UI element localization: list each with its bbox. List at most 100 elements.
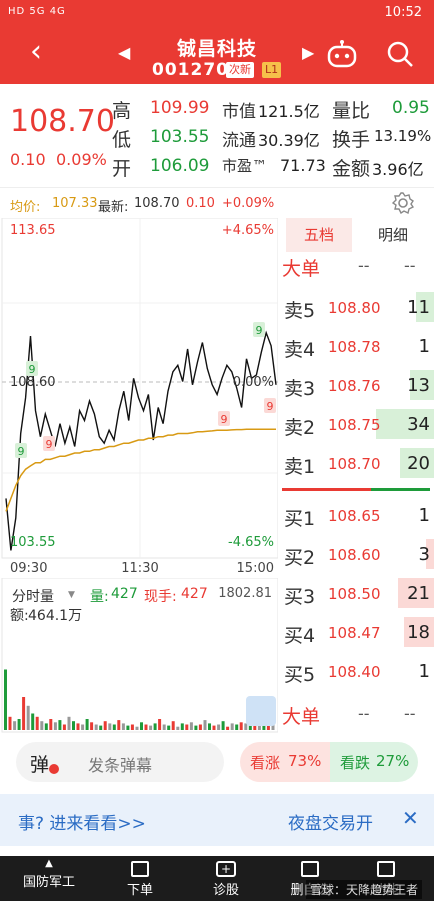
signal-marker[interactable]: 9 bbox=[26, 361, 38, 376]
bid-row[interactable]: 买5 108.40 1 bbox=[280, 652, 434, 690]
bid-label: 买1 bbox=[284, 508, 316, 530]
next-stock-icon[interactable]: ▶ bbox=[302, 43, 314, 62]
bull-label: 看涨 bbox=[250, 754, 281, 772]
volume-bar bbox=[198, 724, 202, 730]
bid-row[interactable]: 买2 108.60 3 bbox=[280, 535, 434, 573]
volume-bar bbox=[4, 669, 7, 730]
volume-bar bbox=[167, 725, 171, 730]
bull-button[interactable]: 看涨 73% bbox=[240, 742, 330, 782]
search-icon[interactable] bbox=[386, 40, 414, 68]
tab-sector[interactable]: ▲ 国防军工 bbox=[14, 856, 84, 901]
volume-bar bbox=[35, 716, 39, 730]
y-bottom-label: 103.55 bbox=[10, 535, 56, 550]
banner-right-text[interactable]: 夜盘交易开 bbox=[288, 809, 373, 834]
clock: 10:52 bbox=[384, 5, 422, 20]
bid-volume: 1 bbox=[418, 661, 430, 682]
latest-change: 0.10 bbox=[186, 196, 215, 211]
avg-value: 107.33 bbox=[52, 196, 98, 211]
amount-label: 金额 bbox=[332, 158, 371, 180]
volume-label[interactable]: 分时量 bbox=[12, 586, 54, 606]
low-value: 103.55 bbox=[150, 127, 210, 147]
signal-marker[interactable]: 9 bbox=[43, 436, 55, 451]
volume-bar bbox=[49, 719, 53, 730]
bid-price: 108.40 bbox=[328, 663, 381, 681]
big-order-dash: -- bbox=[404, 704, 416, 723]
volume-bar bbox=[212, 725, 216, 730]
bear-button[interactable]: 看跌 27% bbox=[330, 742, 418, 782]
ask-row[interactable]: 卖5 108.80 11 bbox=[280, 288, 434, 326]
bid-row[interactable]: 买1 108.65 1 bbox=[280, 496, 434, 534]
vol-ratio-value: 0.95 bbox=[392, 98, 430, 118]
remove-watch-icon bbox=[301, 861, 319, 877]
volume-bar bbox=[162, 724, 166, 730]
amount-value: 3.96亿 bbox=[372, 160, 424, 179]
signal-marker[interactable]: 9 bbox=[253, 322, 265, 337]
signal-marker[interactable]: 9 bbox=[264, 398, 276, 413]
ask-volume: 11 bbox=[407, 297, 430, 318]
volume-bar bbox=[44, 723, 48, 730]
danmu-input[interactable]: 弹 发条弹幕 bbox=[16, 742, 224, 782]
turnover-value: 13.19% bbox=[374, 127, 432, 145]
intraday-chart-svg: 113.65 108.60 103.55 +4.65% 0.00% -4.65%… bbox=[1, 217, 279, 576]
ask-row[interactable]: 卖1 108.70 20 bbox=[280, 444, 434, 482]
bid-row[interactable]: 买3 108.50 21 bbox=[280, 574, 434, 612]
mktcap-label: 市值 bbox=[222, 102, 256, 122]
pe-label: 市盈™ bbox=[222, 157, 268, 175]
bid-price: 108.50 bbox=[328, 585, 381, 603]
ask-price: 108.70 bbox=[328, 455, 381, 473]
scroll-thumb-icon[interactable] bbox=[246, 696, 276, 726]
ask-row[interactable]: 卖2 108.75 34 bbox=[280, 405, 434, 443]
chart-info-line: 均价: 107.33 最新: 108.70 0.10 +0.09% bbox=[0, 190, 434, 218]
mktcap-value: 121.5亿 bbox=[258, 102, 320, 121]
banner-left-text[interactable]: 事? 进来看看>> bbox=[18, 809, 146, 834]
tab-order[interactable]: 下单 bbox=[110, 856, 170, 901]
bid-row[interactable]: 买4 108.47 18 bbox=[280, 613, 434, 651]
ask-row[interactable]: 卖4 108.78 1 bbox=[280, 327, 434, 365]
volume-bar bbox=[226, 726, 230, 730]
bid-price: 108.47 bbox=[328, 624, 381, 642]
svg-text:9: 9 bbox=[29, 363, 36, 376]
low-label: 低 bbox=[112, 129, 132, 151]
amount-label: 额: bbox=[10, 608, 29, 624]
open-label: 开 bbox=[112, 158, 132, 180]
tab-five-levels[interactable]: 五档 bbox=[286, 218, 352, 252]
new-stock-badge: 次新 bbox=[226, 62, 254, 78]
close-icon[interactable]: ✕ bbox=[402, 806, 419, 830]
svg-text:9: 9 bbox=[221, 413, 228, 426]
volume-bar bbox=[140, 722, 143, 730]
float-value: 30.39亿 bbox=[258, 131, 320, 150]
volume-panel[interactable]: 分时量 ▼ 量: 427 现手: 427 1802.81 额: 464.1万 bbox=[0, 577, 279, 734]
dropdown-icon[interactable]: ▼ bbox=[68, 590, 75, 600]
volume-bar bbox=[121, 723, 125, 730]
status-bar: HD 5G 4G 10:52 bbox=[0, 0, 434, 26]
volume-bar bbox=[239, 722, 243, 730]
promo-banner[interactable]: 事? 进来看看>> 夜盘交易开 ✕ bbox=[0, 794, 434, 846]
robot-assistant-icon[interactable] bbox=[326, 40, 358, 68]
signal-info: HD 5G 4G bbox=[8, 6, 66, 17]
tab-detail[interactable]: 明细 bbox=[360, 218, 426, 252]
volume-bar bbox=[31, 713, 35, 730]
ask-label: 卖2 bbox=[284, 417, 316, 439]
stock-code: 001270 bbox=[152, 60, 229, 80]
volume-bar bbox=[67, 716, 71, 730]
intraday-chart[interactable]: 113.65 108.60 103.55 +4.65% 0.00% -4.65%… bbox=[0, 217, 279, 578]
tab-label: 国防军工 bbox=[22, 875, 75, 890]
pct-mid-label: 0.00% bbox=[233, 375, 274, 390]
bid-volume: 21 bbox=[407, 583, 430, 604]
tab-diagnose[interactable]: + 诊股 bbox=[196, 856, 256, 901]
latest-change-pct: +0.09% bbox=[222, 196, 275, 211]
bid-label: 买3 bbox=[284, 586, 316, 608]
ask-row[interactable]: 卖3 108.76 13 bbox=[280, 366, 434, 404]
signal-marker[interactable]: 9 bbox=[15, 443, 27, 458]
volume-bar bbox=[189, 722, 193, 730]
tab-label: 诊股 bbox=[212, 883, 239, 898]
big-order-dash: -- bbox=[358, 704, 370, 723]
bid-price: 108.60 bbox=[328, 546, 381, 564]
bear-value: 27% bbox=[376, 752, 410, 770]
ask-volume: 13 bbox=[407, 375, 430, 396]
signal-marker[interactable]: 9 bbox=[218, 411, 230, 426]
bid-label: 买5 bbox=[284, 664, 316, 686]
gear-icon[interactable] bbox=[392, 192, 414, 214]
svg-text:9: 9 bbox=[18, 445, 25, 458]
price-change: 0.10 bbox=[10, 150, 46, 169]
